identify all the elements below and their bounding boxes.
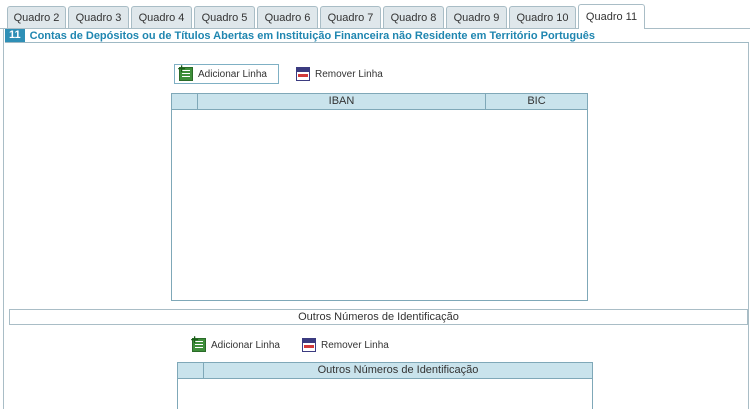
add-line-label: Adicionar Linha: [198, 68, 267, 80]
tab-quadro-6[interactable]: Quadro 6: [257, 6, 318, 28]
tab-quadro-8[interactable]: Quadro 8: [383, 6, 444, 28]
add-line-button[interactable]: Adicionar Linha: [174, 62, 279, 84]
row-selector-header: [172, 94, 198, 109]
remove-line-label: Remover Linha: [315, 68, 383, 80]
tab-quadro-9[interactable]: Quadro 9: [446, 6, 507, 28]
remove-row-icon: [302, 338, 316, 352]
accounts-table[interactable]: IBAN BIC: [171, 93, 588, 301]
section-header: 11 Contas de Depósitos ou de Títulos Abe…: [5, 29, 749, 43]
remove-row-icon: [296, 67, 310, 81]
section-number: 11: [5, 29, 25, 42]
add-line-label-2: Adicionar Linha: [211, 339, 280, 351]
other-ids-column-header[interactable]: Outros Números de Identificação: [204, 363, 592, 378]
iban-column-header[interactable]: IBAN: [198, 94, 486, 109]
other-ids-table-header: Outros Números de Identificação: [178, 363, 592, 379]
tab-quadro-5[interactable]: Quadro 5: [194, 6, 255, 28]
tab-quadro-10[interactable]: Quadro 10: [509, 6, 576, 28]
bic-column-header[interactable]: BIC: [486, 94, 587, 109]
add-row-icon: [177, 62, 193, 81]
tab-quadro-3[interactable]: Quadro 3: [68, 6, 129, 28]
tab-quadro-2[interactable]: Quadro 2: [7, 6, 66, 28]
remove-line-button[interactable]: Remover Linha: [296, 64, 396, 84]
tab-quadro-7[interactable]: Quadro 7: [320, 6, 381, 28]
add-line-button-2[interactable]: Adicionar Linha: [190, 333, 292, 355]
remove-line-label-2: Remover Linha: [321, 339, 389, 351]
accounts-table-header: IBAN BIC: [172, 94, 587, 110]
tab-quadro-11[interactable]: Quadro 11: [578, 4, 645, 29]
other-ids-table[interactable]: Outros Números de Identificação: [177, 362, 593, 409]
row-selector-header: [178, 363, 204, 378]
add-row-icon: [190, 333, 206, 352]
tab-bar: Quadro 2 Quadro 3 Quadro 4 Quadro 5 Quad…: [0, 0, 750, 29]
section-title: Contas de Depósitos ou de Títulos Aberta…: [29, 29, 596, 42]
tab-quadro-4[interactable]: Quadro 4: [131, 6, 192, 28]
other-ids-header: Outros Números de Identificação: [9, 309, 748, 325]
remove-line-button-2[interactable]: Remover Linha: [302, 335, 402, 355]
